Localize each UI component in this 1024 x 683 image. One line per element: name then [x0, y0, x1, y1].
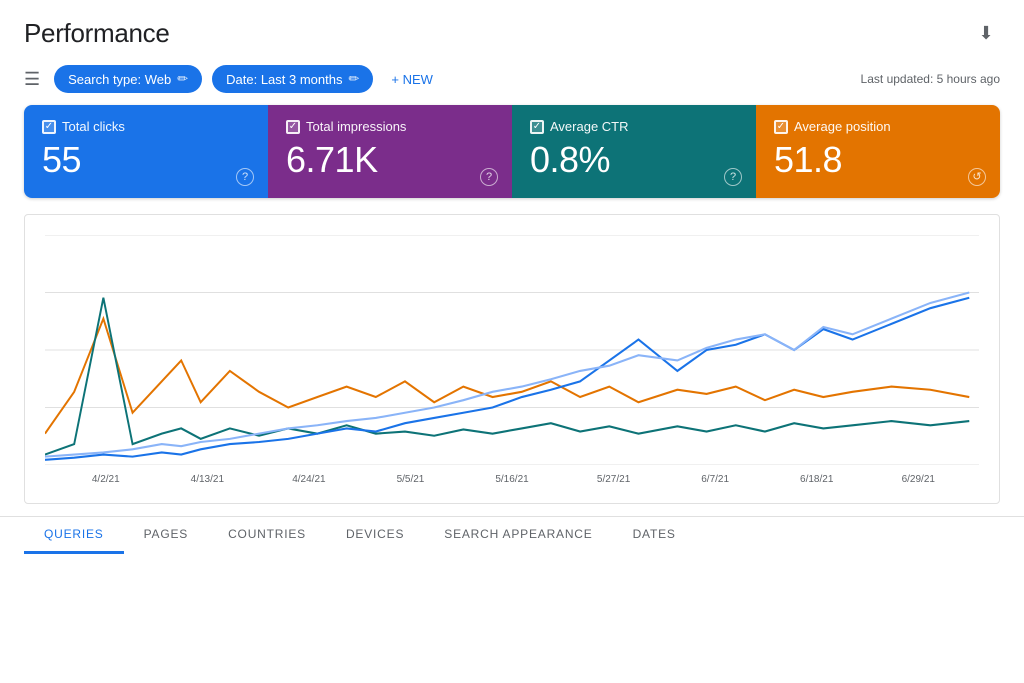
average-position-value: 51.8 [774, 140, 982, 180]
tab-pages[interactable]: PAGES [124, 517, 208, 554]
average-ctr-checkbox[interactable] [530, 120, 544, 134]
total-clicks-checkbox[interactable] [42, 120, 56, 134]
average-position-card[interactable]: Average position 51.8 ↺ [756, 105, 1000, 198]
download-icon[interactable]: ⬇ [972, 20, 1000, 48]
average-ctr-header: Average CTR [530, 119, 738, 134]
performance-chart [45, 235, 979, 465]
total-clicks-header: Total clicks [42, 119, 250, 134]
toolbar: ☰ Search type: Web ✏ Date: Last 3 months… [0, 57, 1024, 105]
tab-dates[interactable]: DATES [613, 517, 696, 554]
date-range-edit-icon: ✏ [348, 71, 359, 87]
new-button-label: + NEW [391, 72, 433, 87]
chart-area: 4/2/21 4/13/21 4/24/21 5/5/21 5/16/21 5/… [24, 214, 1000, 504]
x-label-6: 5/27/21 [563, 474, 665, 485]
date-range-chip[interactable]: Date: Last 3 months ✏ [212, 65, 373, 93]
x-label-9: 6/29/21 [868, 474, 970, 485]
search-type-edit-icon: ✏ [177, 71, 188, 87]
x-label-4: 5/5/21 [360, 474, 462, 485]
total-impressions-label: Total impressions [306, 119, 406, 134]
total-impressions-value: 6.71K [286, 140, 494, 180]
x-label-5: 5/16/21 [461, 474, 563, 485]
tab-devices[interactable]: DEVICES [326, 517, 424, 554]
x-label-2: 4/13/21 [157, 474, 259, 485]
x-label-7: 6/7/21 [664, 474, 766, 485]
total-impressions-header: Total impressions [286, 119, 494, 134]
average-ctr-card[interactable]: Average CTR 0.8% ? [512, 105, 756, 198]
last-updated-text: Last updated: 5 hours ago [861, 72, 1000, 86]
average-ctr-info-icon[interactable]: ? [724, 168, 742, 186]
search-type-label: Search type: Web [68, 72, 171, 87]
total-clicks-label: Total clicks [62, 119, 125, 134]
tab-queries[interactable]: QUERIES [24, 517, 124, 554]
average-ctr-label: Average CTR [550, 119, 629, 134]
total-clicks-card[interactable]: Total clicks 55 ? [24, 105, 268, 198]
average-position-label: Average position [794, 119, 891, 134]
total-clicks-info-icon[interactable]: ? [236, 168, 254, 186]
total-clicks-value: 55 [42, 140, 250, 180]
average-ctr-value: 0.8% [530, 140, 738, 180]
filter-icon[interactable]: ☰ [24, 69, 40, 90]
total-impressions-checkbox[interactable] [286, 120, 300, 134]
page-wrapper: Performance ⬇ ☰ Search type: Web ✏ Date:… [0, 0, 1024, 683]
x-label-1: 4/2/21 [55, 474, 157, 485]
average-position-info-icon[interactable]: ↺ [968, 168, 986, 186]
metric-cards: Total clicks 55 ? Total impressions 6.71… [24, 105, 1000, 198]
total-impressions-info-icon[interactable]: ? [480, 168, 498, 186]
tab-search-appearance[interactable]: SEARCH APPEARANCE [424, 517, 612, 554]
page-title: Performance [24, 18, 170, 49]
average-position-checkbox[interactable] [774, 120, 788, 134]
new-button[interactable]: + NEW [383, 66, 441, 93]
date-range-label: Date: Last 3 months [226, 72, 342, 87]
search-type-chip[interactable]: Search type: Web ✏ [54, 65, 202, 93]
header: Performance ⬇ [0, 0, 1024, 57]
average-position-header: Average position [774, 119, 982, 134]
x-label-3: 4/24/21 [258, 474, 360, 485]
x-axis-labels: 4/2/21 4/13/21 4/24/21 5/5/21 5/16/21 5/… [45, 474, 979, 485]
bottom-tabs: QUERIES PAGES COUNTRIES DEVICES SEARCH A… [0, 516, 1024, 554]
total-impressions-card[interactable]: Total impressions 6.71K ? [268, 105, 512, 198]
x-label-8: 6/18/21 [766, 474, 868, 485]
tab-countries[interactable]: COUNTRIES [208, 517, 326, 554]
